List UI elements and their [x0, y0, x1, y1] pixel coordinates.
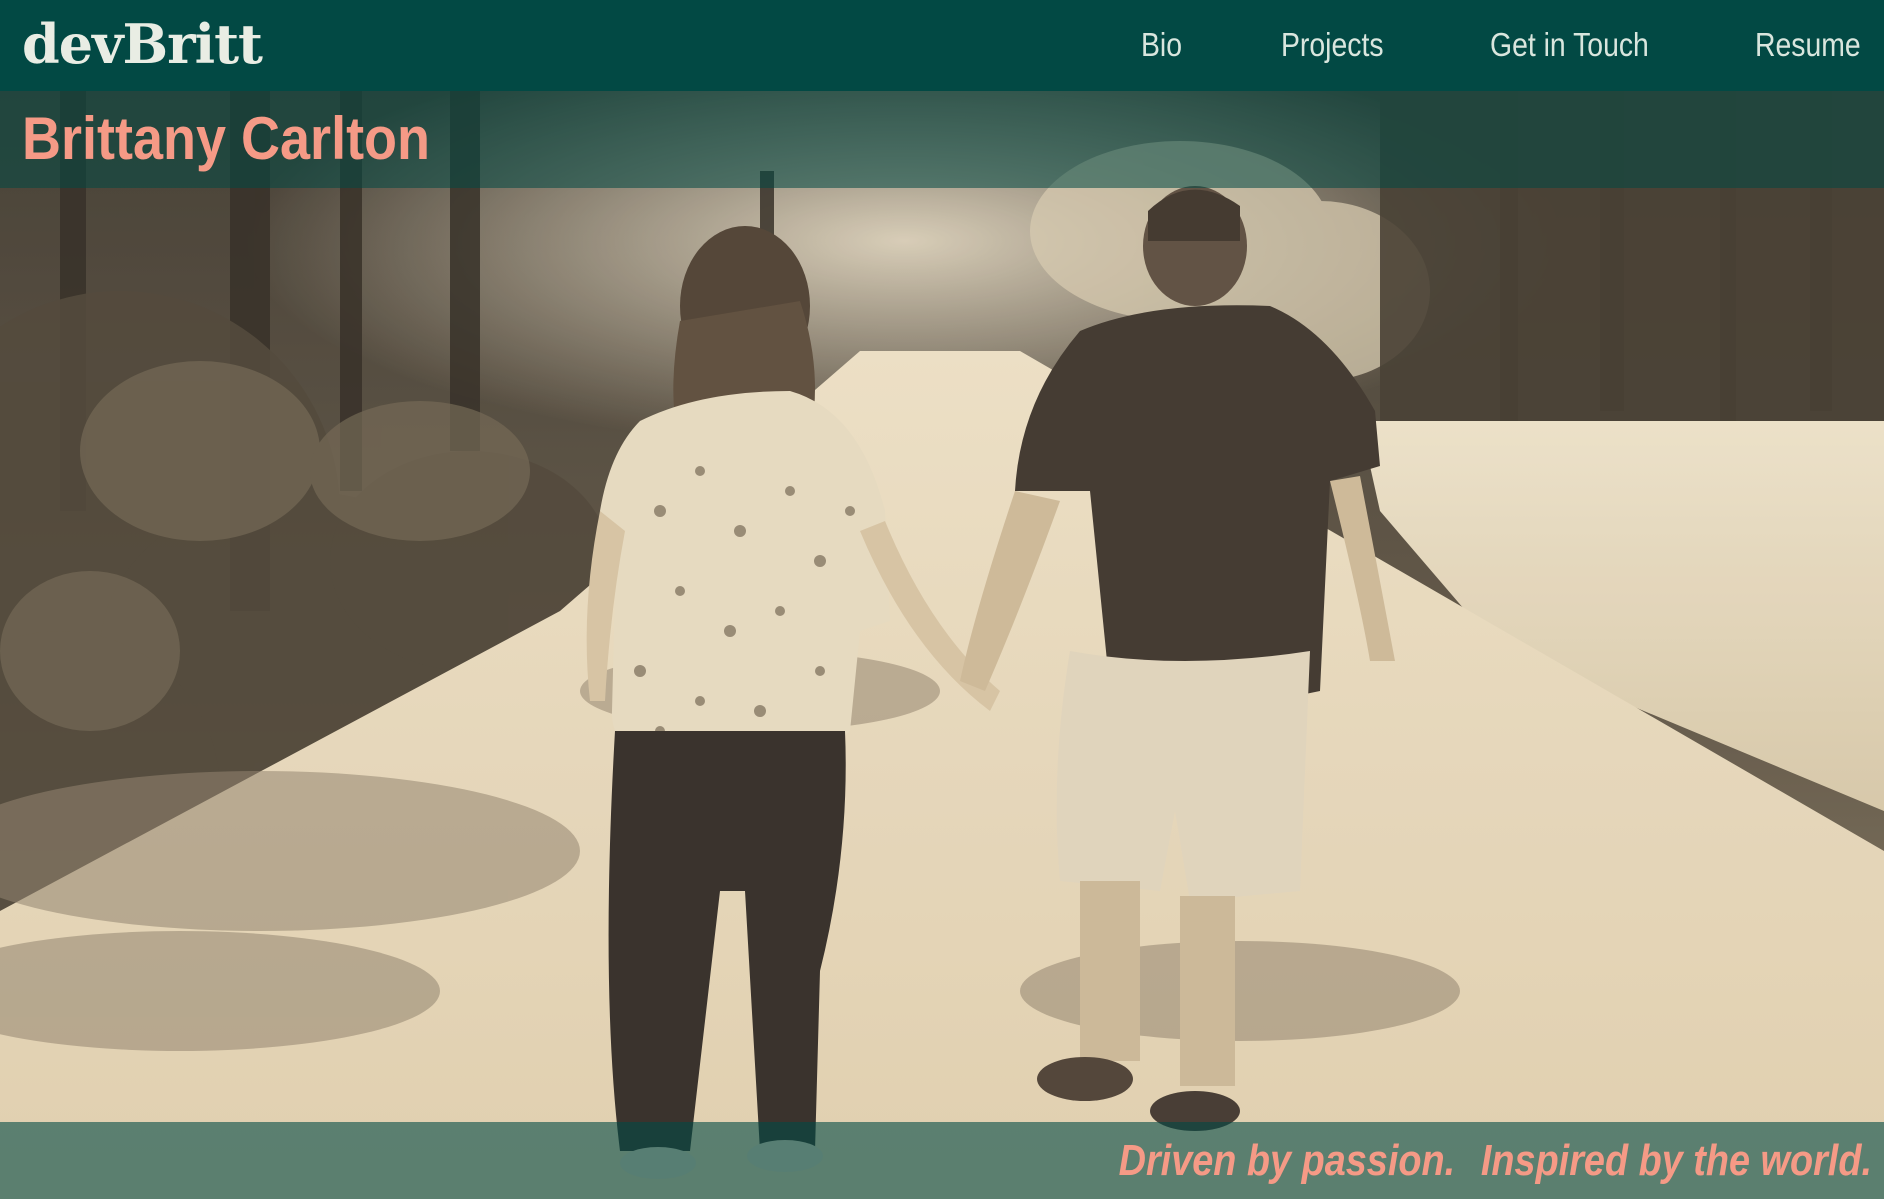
nav-link-get-in-touch[interactable]: Get in Touch — [1490, 25, 1649, 65]
nav-link-bio[interactable]: Bio — [1141, 25, 1182, 65]
tagline-band: Driven by passion. Inspired by the world. — [0, 1122, 1884, 1199]
hero-photo-illustration — [0, 91, 1884, 1199]
hero-photo — [0, 91, 1884, 1199]
name-band: Brittany Carlton — [0, 91, 1884, 188]
nav-link-resume[interactable]: Resume — [1755, 25, 1861, 65]
page-title: Brittany Carlton — [22, 105, 431, 172]
tagline: Driven by passion. Inspired by the world. — [1119, 1134, 1872, 1188]
top-navbar: devBritt Bio Projects Get in Touch Resum… — [0, 0, 1884, 91]
site-logo[interactable]: devBritt — [22, 14, 263, 74]
page: devBritt Bio Projects Get in Touch Resum… — [0, 0, 1884, 1199]
tagline-part-2: Inspired by the world. — [1480, 1136, 1872, 1185]
tagline-part-1: Driven by passion. — [1118, 1136, 1456, 1185]
nav-link-projects[interactable]: Projects — [1281, 25, 1384, 65]
